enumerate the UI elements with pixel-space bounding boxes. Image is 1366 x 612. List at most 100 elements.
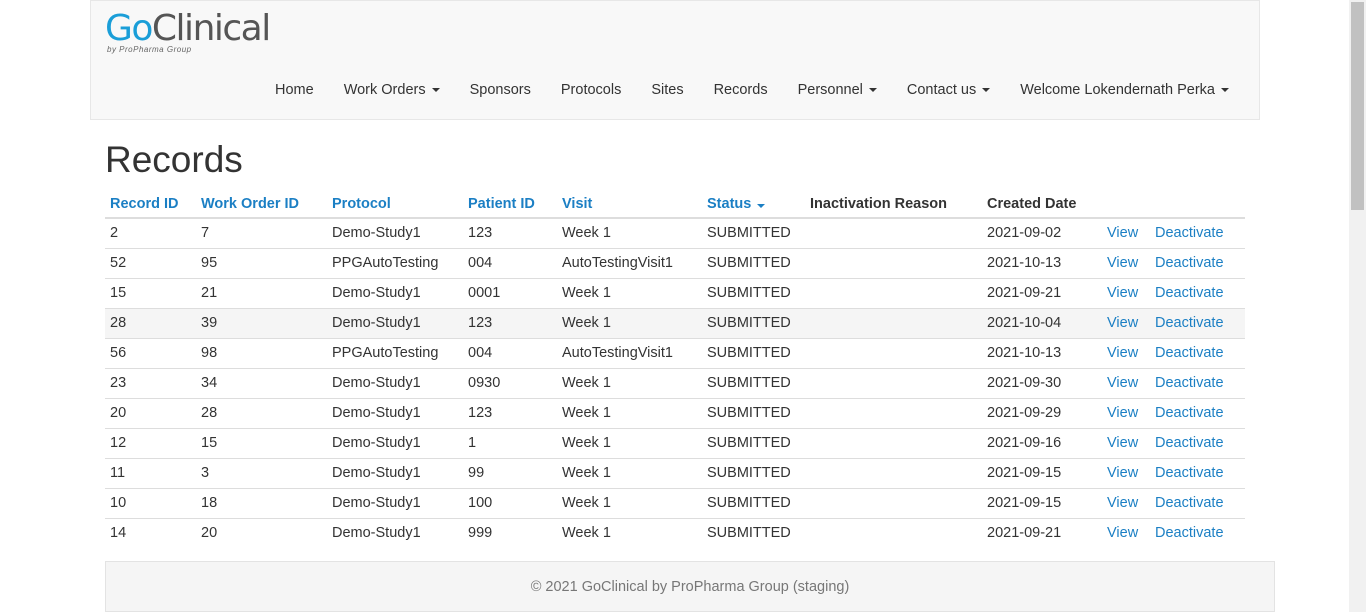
header-record-id[interactable]: Record ID	[105, 190, 196, 219]
nav-home-label: Home	[275, 82, 314, 98]
logo-go: Go	[105, 8, 153, 49]
view-link[interactable]: View	[1107, 375, 1138, 391]
cell-protocol: PPGAutoTesting	[327, 337, 463, 368]
page-scrollbar[interactable]	[1349, 0, 1366, 612]
cell-protocol: Demo-Study1	[327, 517, 463, 548]
records-table: Record ID Work Order ID Protocol Patient…	[105, 190, 1245, 548]
header-patient-id-label: Patient ID	[468, 195, 535, 212]
deactivate-link[interactable]: Deactivate	[1155, 435, 1224, 451]
cell-record-id: 15	[105, 277, 196, 308]
header-view-action	[1102, 190, 1150, 219]
deactivate-link[interactable]: Deactivate	[1155, 255, 1224, 271]
cell-work-order-id: 39	[196, 307, 327, 338]
cell-record-id: 11	[105, 457, 196, 488]
view-link[interactable]: View	[1107, 255, 1138, 271]
cell-created-date: 2021-10-13	[982, 337, 1102, 368]
caret-down-icon	[1221, 88, 1229, 92]
cell-visit: Week 1	[557, 397, 702, 428]
cell-status: SUBMITTED	[702, 247, 805, 278]
header-visit[interactable]: Visit	[557, 190, 702, 219]
header-inactivation-reason: Inactivation Reason	[805, 190, 982, 219]
cell-work-order-id: 7	[196, 217, 327, 248]
header-status[interactable]: Status	[702, 190, 805, 219]
table-row: 11 3 Demo-Study1 99 Week 1 SUBMITTED 202…	[105, 457, 1245, 488]
header-created-date-label: Created Date	[987, 195, 1077, 212]
cell-patient-id: 0930	[463, 367, 557, 398]
cell-work-order-id: 21	[196, 277, 327, 308]
cell-deactivate: Deactivate	[1150, 457, 1245, 488]
cell-view: View	[1102, 307, 1150, 338]
cell-inactivation-reason	[805, 487, 982, 518]
cell-inactivation-reason	[805, 277, 982, 308]
view-link[interactable]: View	[1107, 495, 1138, 511]
table-row: 20 28 Demo-Study1 123 Week 1 SUBMITTED 2…	[105, 397, 1245, 428]
cell-inactivation-reason	[805, 247, 982, 278]
cell-deactivate: Deactivate	[1150, 427, 1245, 458]
deactivate-link[interactable]: Deactivate	[1155, 465, 1224, 481]
nav-contact-us[interactable]: Contact us	[892, 71, 1005, 109]
caret-down-icon	[868, 88, 877, 92]
deactivate-link[interactable]: Deactivate	[1155, 495, 1224, 511]
cell-status: SUBMITTED	[702, 517, 805, 548]
nav-personnel[interactable]: Personnel	[783, 71, 892, 109]
cell-record-id: 2	[105, 217, 196, 248]
cell-view: View	[1102, 457, 1150, 488]
cell-visit: AutoTestingVisit1	[557, 337, 702, 368]
cell-view: View	[1102, 487, 1150, 518]
nav-user-menu-label: Welcome Lokendernath Perka	[1020, 82, 1215, 98]
cell-deactivate: Deactivate	[1150, 397, 1245, 428]
view-link[interactable]: View	[1107, 225, 1138, 241]
nav-sites[interactable]: Sites	[636, 71, 698, 109]
cell-created-date: 2021-10-04	[982, 307, 1102, 338]
deactivate-link[interactable]: Deactivate	[1155, 405, 1224, 421]
view-link[interactable]: View	[1107, 525, 1138, 541]
cell-created-date: 2021-09-29	[982, 397, 1102, 428]
cell-status: SUBMITTED	[702, 457, 805, 488]
cell-deactivate: Deactivate	[1150, 337, 1245, 368]
cell-patient-id: 1	[463, 427, 557, 458]
logo-clinical: Clinical	[151, 8, 271, 49]
header-work-order-id[interactable]: Work Order ID	[196, 190, 327, 219]
cell-patient-id: 123	[463, 397, 557, 428]
nav-sponsors[interactable]: Sponsors	[455, 71, 546, 109]
cell-deactivate: Deactivate	[1150, 307, 1245, 338]
table-row: 23 34 Demo-Study1 0930 Week 1 SUBMITTED …	[105, 367, 1245, 398]
sort-caret-icon	[757, 203, 766, 208]
view-link[interactable]: View	[1107, 285, 1138, 301]
header-patient-id[interactable]: Patient ID	[463, 190, 557, 219]
deactivate-link[interactable]: Deactivate	[1155, 315, 1224, 331]
scrollbar-thumb[interactable]	[1351, 2, 1364, 210]
cell-record-id: 52	[105, 247, 196, 278]
cell-inactivation-reason	[805, 517, 982, 548]
cell-record-id: 14	[105, 517, 196, 548]
cell-work-order-id: 28	[196, 397, 327, 428]
nav-records[interactable]: Records	[699, 71, 783, 109]
nav-protocols[interactable]: Protocols	[546, 71, 636, 109]
cell-protocol: Demo-Study1	[327, 217, 463, 248]
header-visit-label: Visit	[562, 195, 593, 212]
cell-record-id: 56	[105, 337, 196, 368]
deactivate-link[interactable]: Deactivate	[1155, 345, 1224, 361]
cell-visit: Week 1	[557, 367, 702, 398]
table-row: 15 21 Demo-Study1 0001 Week 1 SUBMITTED …	[105, 277, 1245, 308]
cell-view: View	[1102, 247, 1150, 278]
view-link[interactable]: View	[1107, 345, 1138, 361]
view-link[interactable]: View	[1107, 435, 1138, 451]
header-protocol[interactable]: Protocol	[327, 190, 463, 219]
nav-home[interactable]: Home	[260, 71, 329, 109]
goclinical-logo[interactable]: GoClinical by ProPharma Group	[105, 7, 271, 57]
deactivate-link[interactable]: Deactivate	[1155, 525, 1224, 541]
deactivate-link[interactable]: Deactivate	[1155, 285, 1224, 301]
table-row-hovered: 28 39 Demo-Study1 123 Week 1 SUBMITTED 2…	[105, 307, 1245, 338]
view-link[interactable]: View	[1107, 465, 1138, 481]
deactivate-link[interactable]: Deactivate	[1155, 375, 1224, 391]
navbar: GoClinical by ProPharma Group Home Work …	[90, 0, 1260, 120]
nav-user-menu[interactable]: Welcome Lokendernath Perka	[1005, 71, 1244, 109]
view-link[interactable]: View	[1107, 405, 1138, 421]
table-header-row: Record ID Work Order ID Protocol Patient…	[105, 190, 1245, 219]
nav-work-orders[interactable]: Work Orders	[329, 71, 455, 109]
view-link[interactable]: View	[1107, 315, 1138, 331]
nav-sponsors-label: Sponsors	[469, 82, 531, 98]
cell-view: View	[1102, 337, 1150, 368]
deactivate-link[interactable]: Deactivate	[1155, 225, 1224, 241]
